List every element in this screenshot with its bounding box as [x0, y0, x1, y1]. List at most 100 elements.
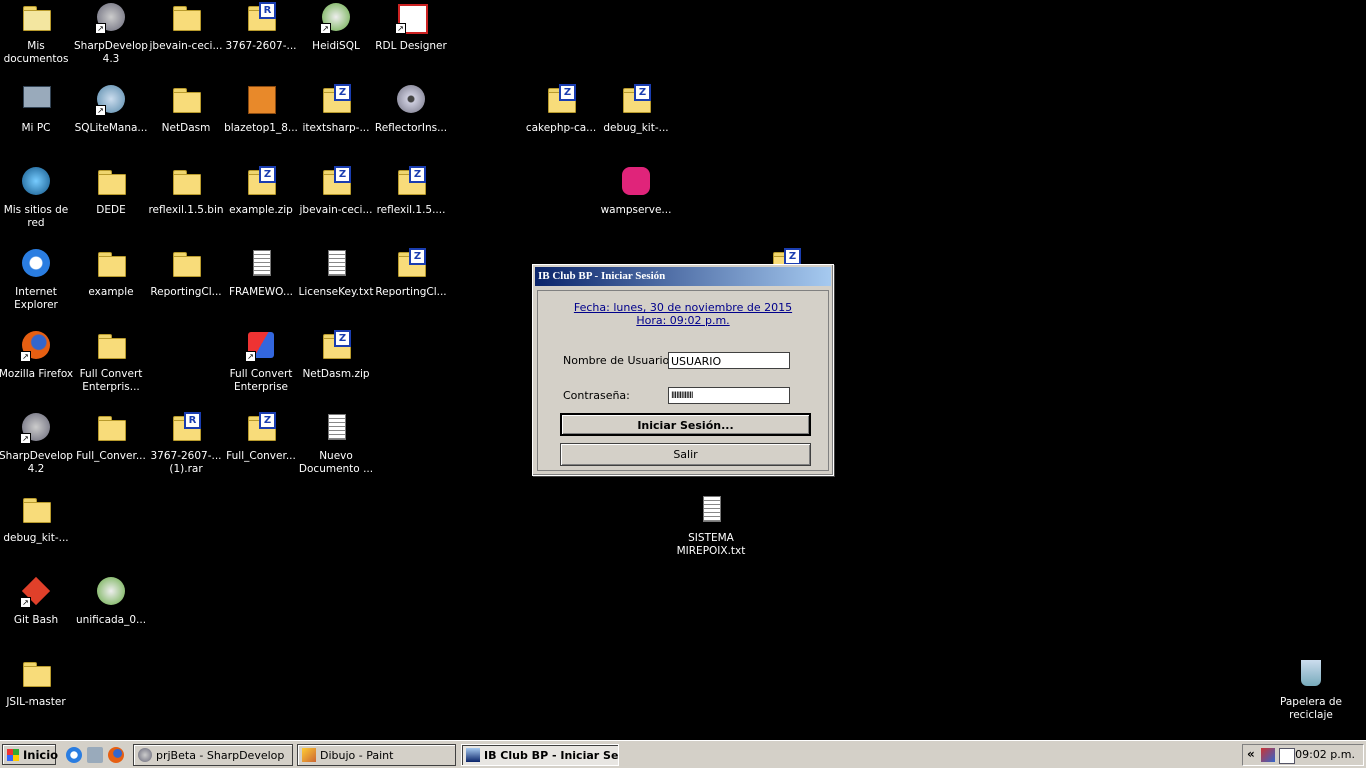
desktop-icon-blazetop[interactable]: blazetop1_8...	[223, 84, 299, 135]
sqlite-manager-icon: ↗	[94, 84, 128, 116]
desktop-icon-cakephp[interactable]: Z cakephp-ca...	[523, 84, 599, 135]
text-file-icon	[319, 412, 353, 444]
heidisql-icon: ↗	[319, 2, 353, 34]
desktop-icon-3767-a[interactable]: R 3767-2607-...	[223, 2, 299, 53]
git-icon: ↗	[19, 576, 53, 608]
task-sharpdevelop[interactable]: prjBeta - SharpDevelop	[133, 744, 293, 766]
desktop-icon-mi-pc[interactable]: Mi PC	[0, 84, 74, 135]
desktop-icon-papelera[interactable]: Papelera de reciclaje	[1273, 658, 1349, 722]
task-label: Dibujo - Paint	[320, 749, 394, 762]
start-button[interactable]: Inicio	[2, 744, 58, 765]
windows-logo-icon	[7, 749, 19, 761]
desktop-icon-git-bash[interactable]: ↗ Git Bash	[0, 576, 74, 627]
zip-archive-icon: Z	[319, 84, 353, 116]
password-input[interactable]: IIIIIIIIIIIII	[668, 387, 790, 404]
desktop-icon-debug-kit-a[interactable]: Z debug_kit-...	[598, 84, 674, 135]
username-label: Nombre de Usuario:	[563, 354, 673, 367]
internet-explorer-icon	[19, 248, 53, 280]
time-link[interactable]: Hora: 09:02 p.m.	[538, 314, 828, 327]
folder-icon	[169, 248, 203, 280]
quicklaunch-desktop-icon[interactable]	[87, 747, 103, 763]
desktop-icon-sharpdevelop-43[interactable]: ↗ SharpDevelop 4.3	[73, 2, 149, 66]
zip-archive-icon: Z	[619, 84, 653, 116]
sharpdevelop-icon	[138, 748, 152, 762]
desktop-icon-3767-rar[interactable]: R 3767-2607-... (1).rar	[148, 412, 224, 476]
heidisql-icon	[94, 576, 128, 608]
desktop-icon-netdasm[interactable]: NetDasm	[148, 84, 224, 135]
desktop-icon-wampserver[interactable]: wampserve...	[598, 166, 674, 217]
desktop-icon-jbevain-b[interactable]: Z jbevain-ceci...	[298, 166, 374, 217]
zip-archive-icon: Z	[244, 412, 278, 444]
desktop-icon-full-conver-a[interactable]: Full_Conver...	[73, 412, 149, 463]
desktop-icon-sharpdevelop-42[interactable]: ↗ SharpDevelop 4.2	[0, 412, 74, 476]
dialog-body: Fecha: lunes, 30 de noviembre de 2015 Ho…	[537, 290, 829, 471]
desktop-icon-reportingcl-b[interactable]: Z ReportingCl...	[373, 248, 449, 299]
rar-archive-icon: R	[169, 412, 203, 444]
zip-archive-icon: Z	[319, 330, 353, 362]
text-file-icon	[694, 494, 728, 526]
desktop-icon-netdasm-zip[interactable]: Z NetDasm.zip	[298, 330, 374, 381]
desktop-icon-rdl-designer[interactable]: ↗ RDL Designer	[373, 2, 449, 53]
rar-archive-icon: R	[244, 2, 278, 34]
desktop-icon-full-conver-b[interactable]: Z Full_Conver...	[223, 412, 299, 463]
desktop-icon-jbevain-a[interactable]: jbevain-ceci...	[148, 2, 224, 53]
full-convert-icon: ↗	[244, 330, 278, 362]
system-tray: « 09:02 p.m.	[1242, 744, 1364, 766]
zip-archive-icon: Z	[319, 166, 353, 198]
exit-button[interactable]: Salir	[560, 443, 811, 466]
desktop-icon-dede[interactable]: DEDE	[73, 166, 149, 217]
desktop-icon-reflexil-bin[interactable]: reflexil.1.5.bin	[148, 166, 224, 217]
window-icon	[466, 748, 480, 762]
tray-expand-icon[interactable]: «	[1247, 747, 1255, 761]
task-ib-club-login[interactable]: IB Club BP - Iniciar Se...	[461, 744, 619, 766]
desktop-icon-mis-sitios-red[interactable]: Mis sitios de red	[0, 166, 74, 230]
desktop-icon-framewo[interactable]: FRAMEWO...	[223, 248, 299, 299]
desktop-icon-nuevo-documento[interactable]: Nuevo Documento ...	[298, 412, 374, 476]
desktop-icon-reportingcl-a[interactable]: ReportingCl...	[148, 248, 224, 299]
quicklaunch-ie-icon[interactable]	[66, 747, 82, 763]
folder-icon	[169, 166, 203, 198]
paint-icon	[302, 748, 316, 762]
taskbar: Inicio prjBeta - SharpDevelop Dibujo - P…	[0, 740, 1366, 768]
folder-icon	[19, 658, 53, 690]
documents-folder-icon	[19, 2, 53, 34]
desktop-icon-full-convert-folder[interactable]: Full Convert Enterpris...	[73, 330, 149, 394]
desktop-icon-itextsharp[interactable]: Z itextsharp-...	[298, 84, 374, 135]
installer-cd-icon	[394, 84, 428, 116]
desktop-icon-internet-explorer[interactable]: Internet Explorer	[0, 248, 74, 312]
desktop-icon-firefox[interactable]: ↗ Mozilla Firefox	[0, 330, 74, 381]
text-file-icon	[319, 248, 353, 280]
desktop-icon-example-zip[interactable]: Z example.zip	[223, 166, 299, 217]
folder-icon	[94, 412, 128, 444]
password-label: Contraseña:	[563, 389, 630, 402]
desktop-icon-mis-documentos[interactable]: Mis documentos	[0, 2, 74, 66]
recycle-bin-icon	[1294, 658, 1328, 690]
date-link[interactable]: Fecha: lunes, 30 de noviembre de 2015	[538, 301, 828, 314]
dialog-title-bar[interactable]: IB Club BP - Iniciar Sesión	[535, 267, 831, 286]
desktop-icon-full-convert-enterprise[interactable]: ↗ Full Convert Enterprise	[223, 330, 299, 394]
username-input[interactable]: USUARIO	[668, 352, 790, 369]
desktop-icon-licensekey[interactable]: LicenseKey.txt	[298, 248, 374, 299]
desktop-icon-reflectorins[interactable]: ReflectorIns...	[373, 84, 449, 135]
login-button[interactable]: Iniciar Sesión...	[560, 413, 811, 436]
folder-icon	[94, 330, 128, 362]
sharpdevelop-icon: ↗	[19, 412, 53, 444]
folder-icon	[19, 494, 53, 526]
network-tray-icon[interactable]	[1261, 748, 1275, 762]
desktop-icon-debug-kit-b[interactable]: debug_kit-...	[0, 494, 74, 545]
desktop-icon-example[interactable]: example	[73, 248, 149, 299]
quicklaunch-firefox-icon[interactable]	[108, 747, 124, 763]
task-label: IB Club BP - Iniciar Se...	[484, 749, 619, 762]
login-dialog: IB Club BP - Iniciar Sesión Fecha: lunes…	[532, 264, 834, 476]
installer-box-icon	[244, 84, 278, 116]
desktop-icon-reflexil-zip[interactable]: Z reflexil.1.5....	[373, 166, 449, 217]
task-paint[interactable]: Dibujo - Paint	[297, 744, 456, 766]
desktop-icon-heidisql[interactable]: ↗ HeidiSQL	[298, 2, 374, 53]
desktop-icon-sqlite-manager[interactable]: ↗ SQLiteMana...	[73, 84, 149, 135]
security-tray-icon[interactable]	[1279, 748, 1295, 764]
desktop-icon-jsil-master[interactable]: JSIL-master	[0, 658, 74, 709]
clock[interactable]: 09:02 p.m.	[1295, 745, 1355, 765]
desktop-icon-sistema-mirepoix[interactable]: SISTEMA MIREPOIX.txt	[673, 494, 749, 558]
zip-archive-icon: Z	[544, 84, 578, 116]
desktop-icon-unificada[interactable]: unificada_0...	[73, 576, 149, 627]
